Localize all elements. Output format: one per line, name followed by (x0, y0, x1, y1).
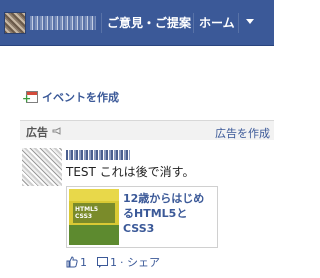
book-cover-image[interactable] (69, 189, 119, 245)
comment-count[interactable]: 1 (110, 256, 117, 269)
ad-action-row: 1 1 · シェア (66, 254, 160, 270)
comment-icon[interactable] (97, 256, 108, 268)
profile-avatar[interactable] (4, 12, 26, 34)
nav-divider (193, 13, 194, 33)
profile-name-blurred[interactable] (30, 16, 96, 30)
megaphone-icon (52, 127, 61, 135)
home-link[interactable]: ホーム (199, 14, 235, 32)
ad-text: TEST これは後で消す。 (66, 165, 195, 179)
create-event-row[interactable]: イベントを作成 (22, 89, 119, 105)
ad-link-card[interactable]: 12歳からはじめるHTML5とCSS3 (66, 186, 218, 248)
share-link[interactable]: · シェア (120, 254, 160, 270)
nav-divider (101, 13, 102, 33)
ad-card-title[interactable]: 12歳からはじめるHTML5とCSS3 (123, 191, 215, 236)
create-ad-link[interactable]: 広告を作成 (215, 125, 270, 141)
advertiser-name-blurred[interactable] (66, 150, 130, 160)
ads-section-header: 広告 広告を作成 (20, 120, 274, 140)
feedback-link[interactable]: ご意見・ご提案 (107, 14, 191, 32)
ads-header-title: 広告 (26, 126, 48, 139)
create-event-link[interactable]: イベントを作成 (42, 89, 119, 105)
like-thumb-icon[interactable] (66, 256, 78, 268)
account-menu-chevron-down-icon[interactable] (246, 19, 254, 24)
advertiser-avatar[interactable] (22, 148, 62, 186)
nav-divider (238, 13, 239, 33)
calendar-add-icon (22, 91, 38, 104)
top-navigation-bar: ご意見・ご提案 ホーム (0, 0, 274, 46)
like-count[interactable]: 1 (80, 256, 87, 269)
